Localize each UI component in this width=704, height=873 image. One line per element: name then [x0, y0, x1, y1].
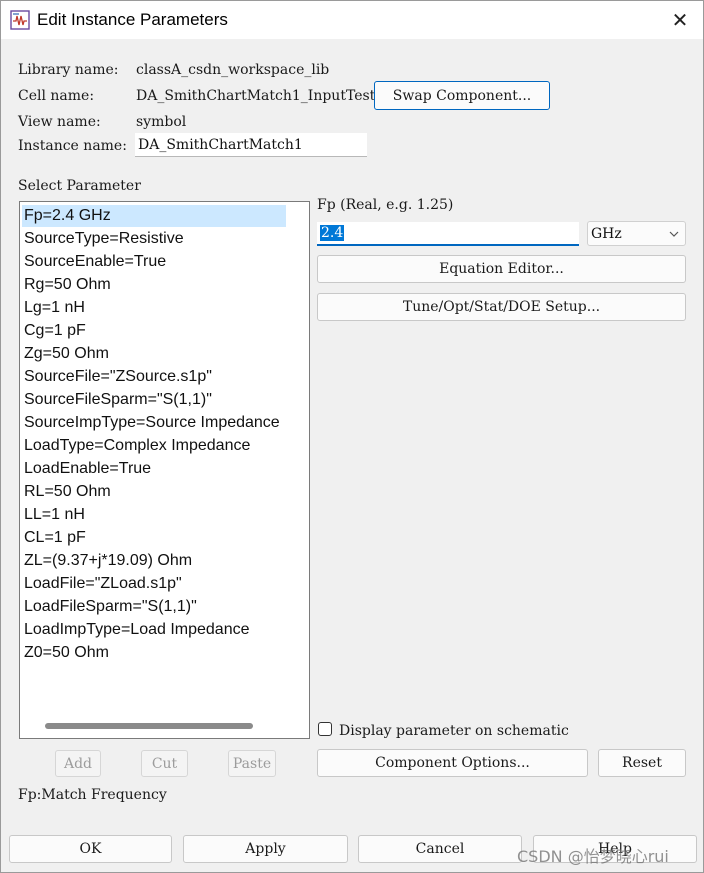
unit-value: GHz	[591, 225, 622, 242]
parameter-list-item[interactable]: SourceImpType=Source Impedance	[24, 412, 280, 434]
chevron-down-icon	[669, 231, 679, 237]
parameter-list-item[interactable]: LoadImpType=Load Impedance	[24, 619, 250, 641]
parameter-list-item[interactable]: Zg=50 Ohm	[24, 343, 109, 365]
instance-name-field[interactable]: DA_SmithChartMatch1	[135, 133, 367, 157]
parameter-list-item[interactable]: SourceEnable=True	[24, 251, 166, 273]
parameter-list-item[interactable]: LoadType=Complex Impedance	[24, 435, 250, 457]
cell-name-label: Cell name:	[18, 88, 95, 104]
csdn-watermark: CSDN @怡梦晓心rui	[517, 847, 669, 866]
parameter-list-item[interactable]: SourceFileSparm="S(1,1)"	[24, 389, 212, 411]
ok-button[interactable]: OK	[9, 835, 172, 863]
parameter-value-input[interactable]: 2.4	[317, 222, 579, 246]
parameter-list-item[interactable]: Rg=50 Ohm	[24, 274, 111, 296]
parameter-value-label: Fp (Real, e.g. 1.25)	[317, 197, 454, 213]
horizontal-scroll-thumb[interactable]	[45, 723, 253, 729]
window-title: Edit Instance Parameters	[37, 10, 228, 29]
parameter-list-item[interactable]: Fp=2.4 GHz	[24, 205, 111, 227]
parameter-list-item[interactable]: LoadFileSparm="S(1,1)"	[24, 596, 197, 618]
tune-opt-stat-doe-button[interactable]: Tune/Opt/Stat/DOE Setup...	[317, 293, 686, 321]
display-parameter-checkbox[interactable]	[318, 722, 332, 736]
swap-component-button[interactable]: Swap Component...	[374, 81, 550, 110]
dialog-window: Edit Instance Parameters ✕ Library name:…	[0, 0, 704, 873]
close-icon: ✕	[671, 8, 689, 32]
cut-button[interactable]: Cut	[141, 750, 188, 777]
equation-editor-button[interactable]: Equation Editor...	[317, 255, 686, 283]
paste-button[interactable]: Paste	[228, 750, 276, 777]
parameter-list-item[interactable]: LL=1 nH	[24, 504, 85, 526]
select-parameter-label: Select Parameter	[18, 178, 141, 194]
parameter-list-item[interactable]: SourceType=Resistive	[24, 228, 184, 250]
parameter-value-text: 2.4	[320, 225, 345, 241]
parameter-list-item[interactable]: Cg=1 pF	[24, 320, 86, 342]
parameter-list-item[interactable]: ZL=(9.37+j*19.09) Ohm	[24, 550, 192, 572]
view-name-value: symbol	[136, 114, 187, 130]
parameter-list[interactable]: Fp=2.4 GHz SourceType=Resistive SourceEnab…	[19, 201, 310, 739]
horizontal-scrollbar[interactable]	[21, 715, 286, 737]
vertical-scrollbar[interactable]	[288, 203, 308, 715]
library-name-label: Library name:	[18, 62, 119, 78]
unit-dropdown[interactable]: GHz	[587, 221, 686, 246]
display-parameter-label: Display parameter on schematic	[339, 723, 569, 739]
cancel-button[interactable]: Cancel	[358, 835, 522, 863]
instance-name-label: Instance name:	[18, 138, 127, 154]
reset-button[interactable]: Reset	[598, 749, 686, 777]
parameter-list-item[interactable]: Z0=50 Ohm	[24, 642, 109, 664]
library-name-value: classA_csdn_workspace_lib	[136, 62, 330, 78]
parameter-list-item[interactable]: CL=1 pF	[24, 527, 86, 549]
parameter-list-item[interactable]: LoadEnable=True	[24, 458, 151, 480]
component-options-button[interactable]: Component Options...	[317, 749, 588, 777]
add-button[interactable]: Add	[55, 750, 101, 777]
apply-button[interactable]: Apply	[183, 835, 348, 863]
title-bar[interactable]: Edit Instance Parameters ✕	[1, 1, 703, 39]
parameter-list-item[interactable]: LoadFile="ZLoad.s1p"	[24, 573, 182, 595]
parameter-description: Fp:Match Frequency	[18, 787, 167, 803]
schematic-icon	[10, 10, 30, 30]
parameter-list-item[interactable]: SourceFile="ZSource.s1p"	[24, 366, 212, 388]
cell-name-value: DA_SmithChartMatch1_InputTest	[136, 88, 376, 104]
close-button[interactable]: ✕	[657, 1, 703, 39]
parameter-list-item[interactable]: RL=50 Ohm	[24, 481, 111, 503]
parameter-list-item[interactable]: Lg=1 nH	[24, 297, 85, 319]
view-name-label: View name:	[18, 114, 101, 130]
